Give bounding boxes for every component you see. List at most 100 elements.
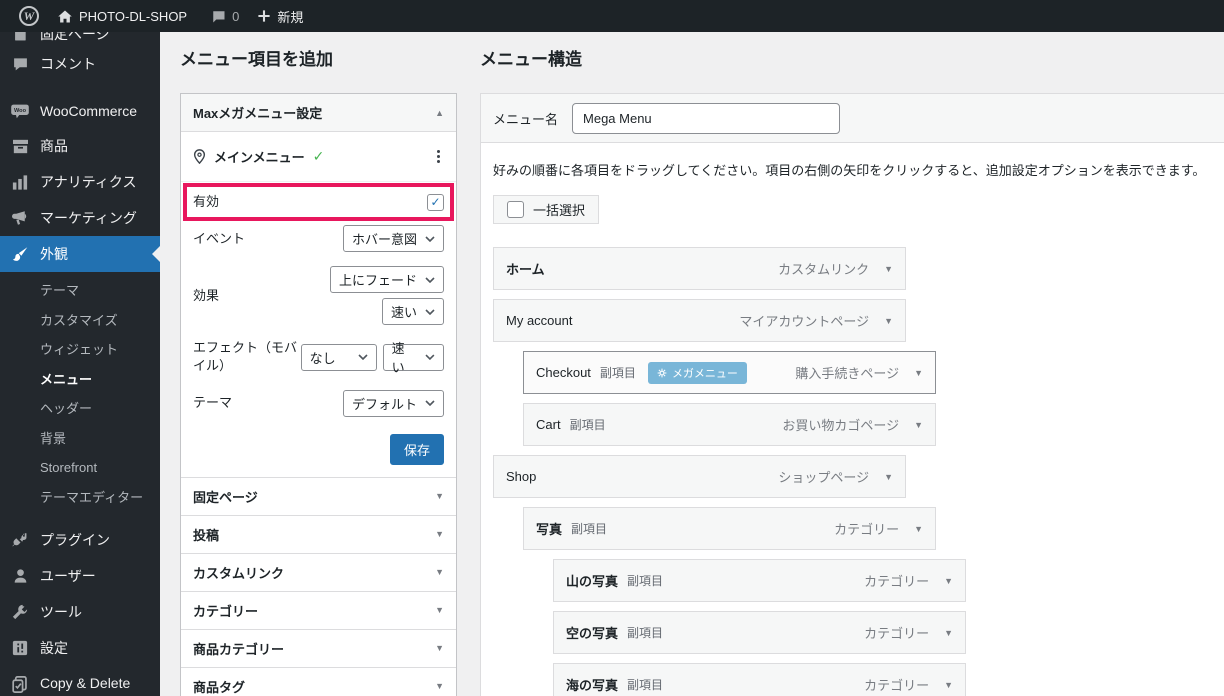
menu-item-shop[interactable]: Shop ショップページ ▼: [493, 455, 906, 499]
submenu-header[interactable]: ヘッダー: [0, 394, 160, 424]
sidebar-item-marketing[interactable]: マーケティング: [0, 200, 160, 236]
sidebar-item-woocommerce[interactable]: Woo WooCommerce: [0, 94, 160, 128]
enabled-label: 有効: [193, 194, 220, 210]
menu-location-row: メインメニュー ✓: [181, 132, 456, 183]
svg-text:Woo: Woo: [14, 108, 27, 114]
products-icon: [10, 139, 30, 154]
marketing-icon: [10, 210, 30, 226]
menu-item-home[interactable]: ホーム カスタムリンク ▼: [493, 247, 906, 291]
save-button[interactable]: 保存: [389, 433, 444, 465]
sidebar-item-plugins[interactable]: プラグイン: [0, 522, 160, 558]
theme-row: テーマ デフォルト: [193, 383, 444, 424]
location-pin-icon: [193, 149, 206, 165]
menu-item-mountain-photos[interactable]: 山の写真 副項目 カテゴリー ▼: [553, 559, 966, 603]
chevron-down-icon: [425, 354, 435, 361]
item-expand-arrow[interactable]: ▼: [944, 628, 953, 638]
admin-bar: W PHOTO-DL-SHOP 0 新規: [0, 0, 1224, 32]
menu-name-label: メニュー名: [493, 111, 559, 127]
submenu-themes[interactable]: テーマ: [0, 276, 160, 306]
submenu-storefront[interactable]: Storefront: [0, 453, 160, 483]
submenu-background[interactable]: 背景: [0, 424, 160, 454]
settings-icon: [10, 640, 30, 656]
menu-item-checkout[interactable]: Checkout 副項目 メガメニュー 購入手続きページ ▼: [523, 351, 936, 395]
enabled-checkbox[interactable]: [427, 193, 444, 211]
sidebar-item-settings[interactable]: 設定: [0, 630, 160, 666]
item-expand-arrow[interactable]: ▼: [914, 524, 923, 534]
mega-menu-badge[interactable]: メガメニュー: [647, 361, 747, 384]
accordion-custom-links[interactable]: カスタムリンク ▼: [181, 553, 456, 592]
add-items-accordion: Maxメガメニュー設定 ▲ メインメニュー ✓ 有効 ✓ イベント ホバー意図 …: [180, 93, 457, 696]
sidebar-item-copy-delete-posts[interactable]: Copy & Delete Posts: [0, 666, 160, 696]
new-label: 新規: [277, 9, 304, 25]
chevron-down-icon: [425, 236, 435, 242]
comments-shortcut[interactable]: 0: [202, 0, 248, 32]
submenu-widgets[interactable]: ウィジェット: [0, 335, 160, 365]
item-expand-arrow[interactable]: ▼: [914, 420, 923, 430]
item-expand-arrow[interactable]: ▼: [944, 576, 953, 586]
menu-item-sky-photos[interactable]: 空の写真 副項目 カテゴリー ▼: [553, 611, 966, 655]
bulk-select-checkbox[interactable]: [507, 201, 524, 219]
event-label: イベント: [193, 230, 246, 246]
pages-icon: [10, 32, 30, 42]
main-content: メニュー項目を追加 Maxメガメニュー設定 ▲ メインメニュー ✓ 有効 ✓ イ…: [160, 32, 1224, 696]
chevron-down-icon: [425, 277, 435, 283]
expand-arrow-icon: ▼: [435, 605, 444, 616]
submenu-customize[interactable]: カスタマイズ: [0, 306, 160, 336]
users-icon: [10, 568, 30, 584]
accordion-product-categories[interactable]: 商品カテゴリー ▼: [181, 629, 456, 668]
drag-instruction: 好みの順番に各項目をドラッグしてください。項目の右側の矢印をクリックすると、追加…: [493, 163, 1206, 179]
event-row: イベント ホバー意図: [193, 218, 444, 259]
effect-speed-select[interactable]: 速い: [381, 298, 444, 326]
item-expand-arrow[interactable]: ▼: [914, 368, 923, 378]
wordpress-logo-menu[interactable]: W: [10, 0, 48, 32]
expand-arrow-icon: ▼: [435, 643, 444, 654]
home-icon: [58, 10, 72, 22]
event-select[interactable]: ホバー意図: [342, 225, 444, 253]
bulk-select-label: 一括選択: [533, 203, 586, 219]
effect-mobile-speed-select[interactable]: 速い: [382, 341, 444, 375]
bulk-select-toggle[interactable]: 一括選択: [493, 195, 600, 225]
item-expand-arrow[interactable]: ▼: [884, 472, 893, 482]
accordion-maxmegamenu[interactable]: Maxメガメニュー設定 ▲: [181, 94, 456, 133]
effect-mobile-select[interactable]: なし: [300, 343, 377, 371]
menu-structure-title: メニュー構造: [480, 50, 582, 69]
accordion-posts[interactable]: 投稿 ▼: [181, 515, 456, 554]
submenu-theme-editor[interactable]: テーマエディター: [0, 483, 160, 513]
appearance-submenu: テーマ カスタマイズ ウィジェット メニュー ヘッダー 背景 Storefron…: [0, 272, 160, 522]
menu-name-input[interactable]: [572, 102, 841, 134]
kebab-menu-icon[interactable]: [433, 146, 444, 167]
menu-items-list: ホーム カスタムリンク ▼ My account マイアカウントページ ▼ Ch…: [493, 247, 1212, 696]
add-menu-items-column: メニュー項目を追加 Maxメガメニュー設定 ▲ メインメニュー ✓ 有効 ✓ イ…: [180, 41, 457, 696]
accordion-pages[interactable]: 固定ページ ▼: [181, 477, 456, 516]
menu-item-sea-photos[interactable]: 海の写真 副項目 カテゴリー ▼: [553, 663, 966, 696]
effect-row: 効果 上にフェード 速い: [193, 259, 444, 332]
sidebar-item-pages-clipped[interactable]: 固定ページ: [0, 32, 160, 46]
menu-item-my-account[interactable]: My account マイアカウントページ ▼: [493, 299, 906, 343]
accordion-product-tags[interactable]: 商品タグ ▼: [181, 667, 456, 696]
gear-icon: [657, 368, 667, 377]
submenu-menus[interactable]: メニュー: [0, 365, 160, 395]
expand-arrow-icon: ▼: [435, 529, 444, 540]
theme-select[interactable]: デフォルト: [342, 389, 444, 417]
sidebar-item-products[interactable]: 商品: [0, 128, 160, 164]
sidebar-item-comments[interactable]: コメント: [0, 46, 160, 82]
item-expand-arrow[interactable]: ▼: [944, 680, 953, 690]
accordion-categories[interactable]: カテゴリー ▼: [181, 591, 456, 630]
menu-item-photos[interactable]: 写真 副項目 カテゴリー ▼: [523, 507, 936, 551]
item-expand-arrow[interactable]: ▼: [884, 264, 893, 274]
sidebar-item-users[interactable]: ユーザー: [0, 558, 160, 594]
comments-icon: [10, 56, 30, 72]
analytics-icon: [10, 174, 30, 190]
sidebar-item-analytics[interactable]: アナリティクス: [0, 164, 160, 200]
menu-structure-column: メニュー構造 メニュー名 好みの順番に各項目をドラッグしてください。項目の右側の…: [480, 41, 1224, 696]
menu-item-cart[interactable]: Cart 副項目 お買い物カゴページ ▼: [523, 403, 936, 447]
effect-select[interactable]: 上にフェード: [329, 266, 444, 294]
new-content-menu[interactable]: 新規: [248, 0, 312, 32]
tools-icon: [10, 604, 30, 620]
item-expand-arrow[interactable]: ▼: [884, 316, 893, 326]
add-items-title: メニュー項目を追加: [180, 50, 333, 69]
site-name-link[interactable]: PHOTO-DL-SHOP: [48, 0, 196, 32]
sidebar-item-tools[interactable]: ツール: [0, 594, 160, 630]
plugins-icon: [10, 532, 30, 548]
sidebar-item-appearance[interactable]: 外観: [0, 236, 160, 272]
